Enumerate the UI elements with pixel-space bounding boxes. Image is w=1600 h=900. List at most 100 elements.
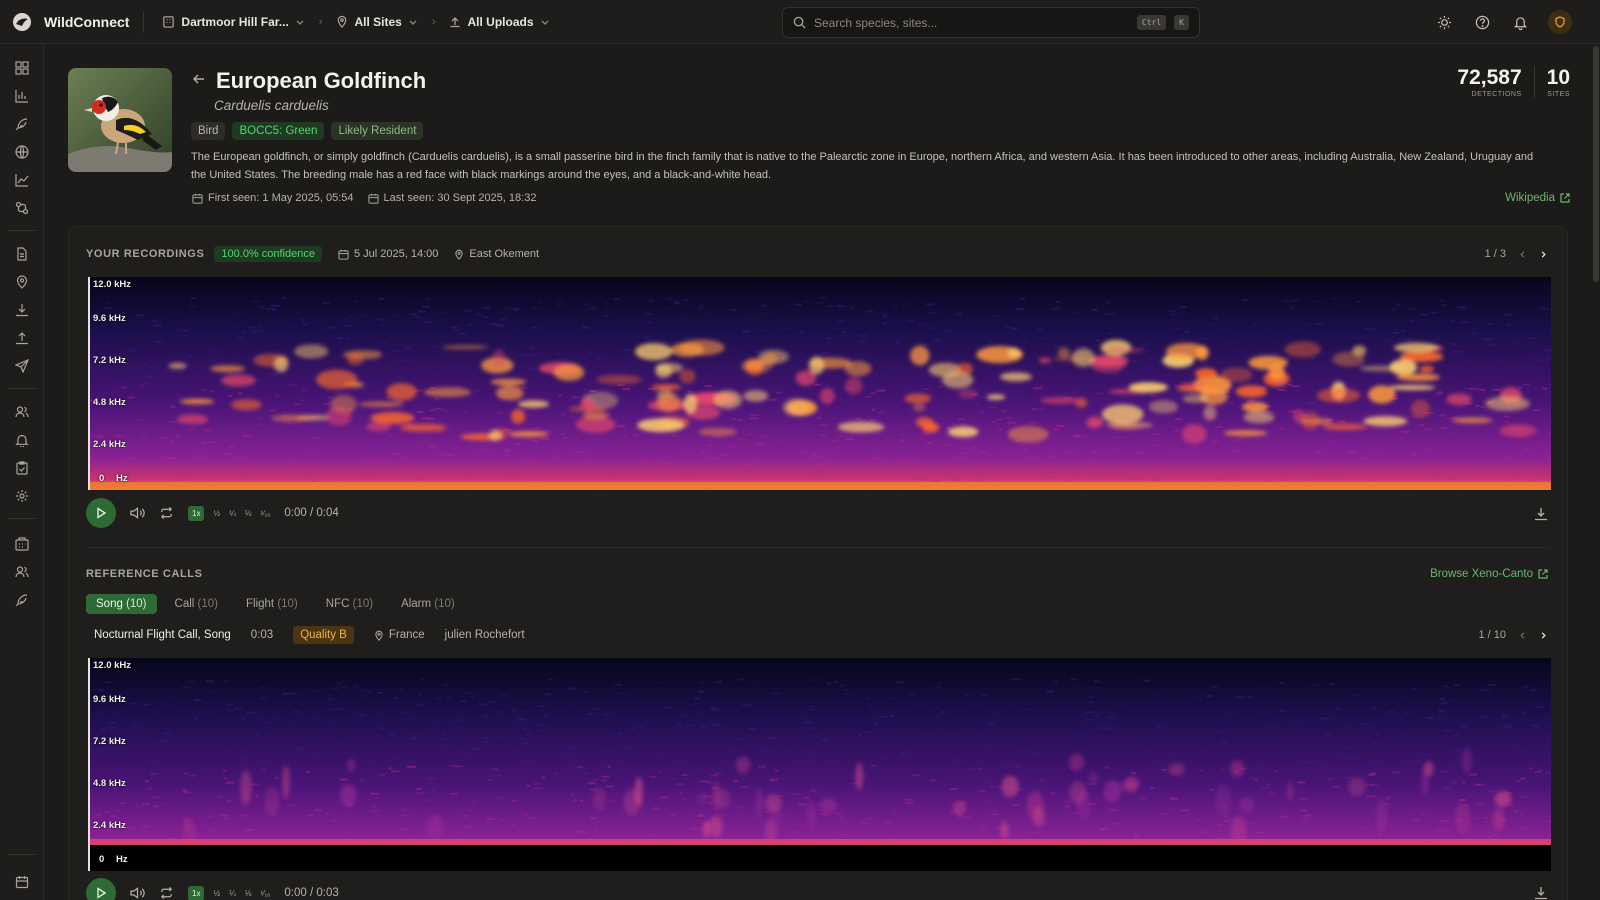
speed-1x[interactable]: 1x (188, 885, 205, 900)
sidebar-feather-icon[interactable] (12, 114, 32, 134)
sidebar-send-icon[interactable] (12, 356, 32, 376)
tab-nfc-count: (10) (352, 598, 374, 610)
sidebar-team-icon[interactable] (12, 562, 32, 582)
sidebar-download-icon[interactable] (12, 300, 32, 320)
sidebar-settings-gear-icon[interactable] (12, 486, 32, 506)
browse-xeno-canto-link[interactable]: Browse Xeno-Canto (1430, 568, 1548, 580)
volume-icon[interactable] (130, 886, 145, 900)
first-seen-text: First seen: 1 May 2025, 05:54 (208, 192, 354, 204)
sidebar-calendar-icon[interactable] (12, 872, 32, 892)
species-tags: Bird BOCC5: Green Likely Resident (191, 122, 424, 140)
sidebar-upload-icon[interactable] (12, 328, 32, 348)
app-name[interactable]: WildConnect (44, 14, 129, 30)
user-avatar[interactable] (1548, 10, 1572, 34)
app-logo-icon[interactable] (0, 0, 44, 44)
species-photo (68, 68, 172, 172)
stat-sites: 10 SITES (1533, 66, 1570, 98)
bell-icon[interactable] (1510, 12, 1530, 32)
external-link-icon (1538, 569, 1548, 579)
reference-player-controls: 1x ½ ¼ ⅛ ¹⁄₁₆ 0:00 / 0:03 (86, 878, 339, 900)
stat-sites-value: 10 (1546, 66, 1570, 89)
speed-quarter[interactable]: ¼ (229, 889, 236, 898)
chevron-right-icon[interactable] (1539, 631, 1548, 640)
wikipedia-link[interactable]: Wikipedia (1505, 192, 1570, 204)
sidebar-species-feather-icon[interactable] (12, 590, 32, 610)
sidebar-organization-icon[interactable] (12, 534, 32, 554)
speed-sixteenth[interactable]: ¹⁄₁₆ (260, 889, 270, 898)
download-icon (1535, 508, 1547, 521)
recordings-header: YOUR RECORDINGS 100.0% confidence 5 Jul … (86, 246, 539, 262)
speed-half[interactable]: ½ (213, 889, 220, 898)
divider (143, 10, 145, 33)
chevron-left-icon[interactable] (1518, 631, 1527, 640)
reference-spectrogram[interactable]: 12.0 kHz 9.6 kHz 7.2 kHz 4.8 kHz 2.4 kHz… (88, 658, 1551, 871)
play-button[interactable] (86, 878, 116, 900)
sidebar-compare-icon[interactable] (12, 198, 32, 218)
reference-recordist[interactable]: julien Rochefort (445, 629, 525, 641)
pin-icon (455, 249, 464, 260)
freq-label-12: 12.0 kHz (93, 279, 132, 290)
recording-spectrogram[interactable]: 12.0 kHz 9.6 kHz 7.2 kHz 4.8 kHz 2.4 kHz… (88, 277, 1551, 490)
tab-call-count: (10) (197, 598, 218, 610)
loop-icon[interactable] (159, 886, 174, 900)
reference-call-type: Nocturnal Flight Call, Song (94, 629, 231, 641)
top-actions (1434, 0, 1572, 44)
tab-alarm[interactable]: Alarm (10) (391, 594, 465, 614)
play-button[interactable] (86, 498, 116, 528)
frequency-axis (88, 277, 90, 490)
breadcrumb-farm[interactable]: Dartmoor Hill Far... (162, 15, 304, 29)
playback-time: 0:00 / 0:04 (284, 507, 339, 519)
sidebar-alert-bell-icon[interactable] (12, 430, 32, 450)
tab-call[interactable]: Call (10) (165, 594, 228, 614)
last-seen: Last seen: 30 Sept 2025, 18:32 (367, 192, 536, 204)
speed-half[interactable]: ½ (213, 509, 220, 518)
loop-icon[interactable] (159, 506, 174, 520)
recording-date-text: 5 Jul 2025, 14:00 (353, 248, 439, 260)
back-button[interactable] (192, 72, 206, 91)
upload-icon (450, 16, 460, 27)
breadcrumb-uploads[interactable]: All Uploads (449, 15, 549, 29)
breadcrumb-sites[interactable]: All Sites (336, 15, 417, 29)
calendar-icon (367, 193, 379, 204)
speed-eighth[interactable]: ⅛ (245, 889, 252, 898)
freq-label-2.4: 2.4 kHz (93, 820, 126, 831)
download-icon (1535, 887, 1547, 900)
sidebar-trend-icon[interactable] (12, 170, 32, 190)
tab-nfc-label: NFC (325, 598, 350, 610)
sidebar-clipboard-icon[interactable] (12, 458, 32, 478)
quality-badge: Quality B (293, 626, 354, 644)
help-icon[interactable] (1472, 12, 1492, 32)
search-bar[interactable]: Search species, sites... Ctrl K (782, 7, 1200, 38)
recording-site-text: East Okement (469, 248, 540, 260)
search-placeholder[interactable]: Search species, sites... (814, 16, 1129, 30)
tab-nfc[interactable]: NFC (10) (316, 594, 383, 614)
scrollbar-thumb[interactable] (1593, 46, 1599, 282)
speed-eighth[interactable]: ⅛ (245, 509, 252, 518)
playback-time: 0:00 / 0:03 (284, 887, 339, 899)
sidebar-document-icon[interactable] (12, 244, 32, 264)
sidebar-bar-chart-icon[interactable] (12, 86, 32, 106)
sidebar-globe-icon[interactable] (12, 142, 32, 162)
browse-xeno-canto-label: Browse Xeno-Canto (1430, 568, 1533, 580)
calendar-icon (338, 249, 349, 260)
sidebar-dashboard-icon[interactable] (12, 58, 32, 78)
breadcrumb-sites-label: All Sites (354, 14, 402, 29)
play-icon (97, 507, 107, 519)
chevron-left-icon[interactable] (1518, 250, 1527, 259)
theme-toggle-sun-icon[interactable] (1434, 12, 1454, 32)
download-recording-button[interactable] (1534, 507, 1548, 526)
tab-flight[interactable]: Flight (10) (236, 594, 308, 614)
download-reference-button[interactable] (1534, 886, 1548, 900)
sidebar-pin-icon[interactable] (12, 272, 32, 292)
tab-song[interactable]: Song (10) (86, 594, 157, 614)
call-type-tabs: Song (10) Call (10) Flight (10) NFC (10)… (86, 594, 465, 614)
speed-sixteenth[interactable]: ¹⁄₁₆ (260, 509, 270, 518)
speed-1x[interactable]: 1x (188, 505, 205, 521)
reference-header: REFERENCE CALLS (86, 568, 203, 580)
speed-quarter[interactable]: ¼ (229, 509, 236, 518)
sidebar-users-icon[interactable] (12, 402, 32, 422)
top-bar: WildConnect Dartmoor Hill Far... › All S… (0, 0, 1600, 44)
volume-icon[interactable] (130, 506, 145, 520)
sidebar-divider (8, 388, 36, 389)
chevron-right-icon[interactable] (1539, 250, 1548, 259)
